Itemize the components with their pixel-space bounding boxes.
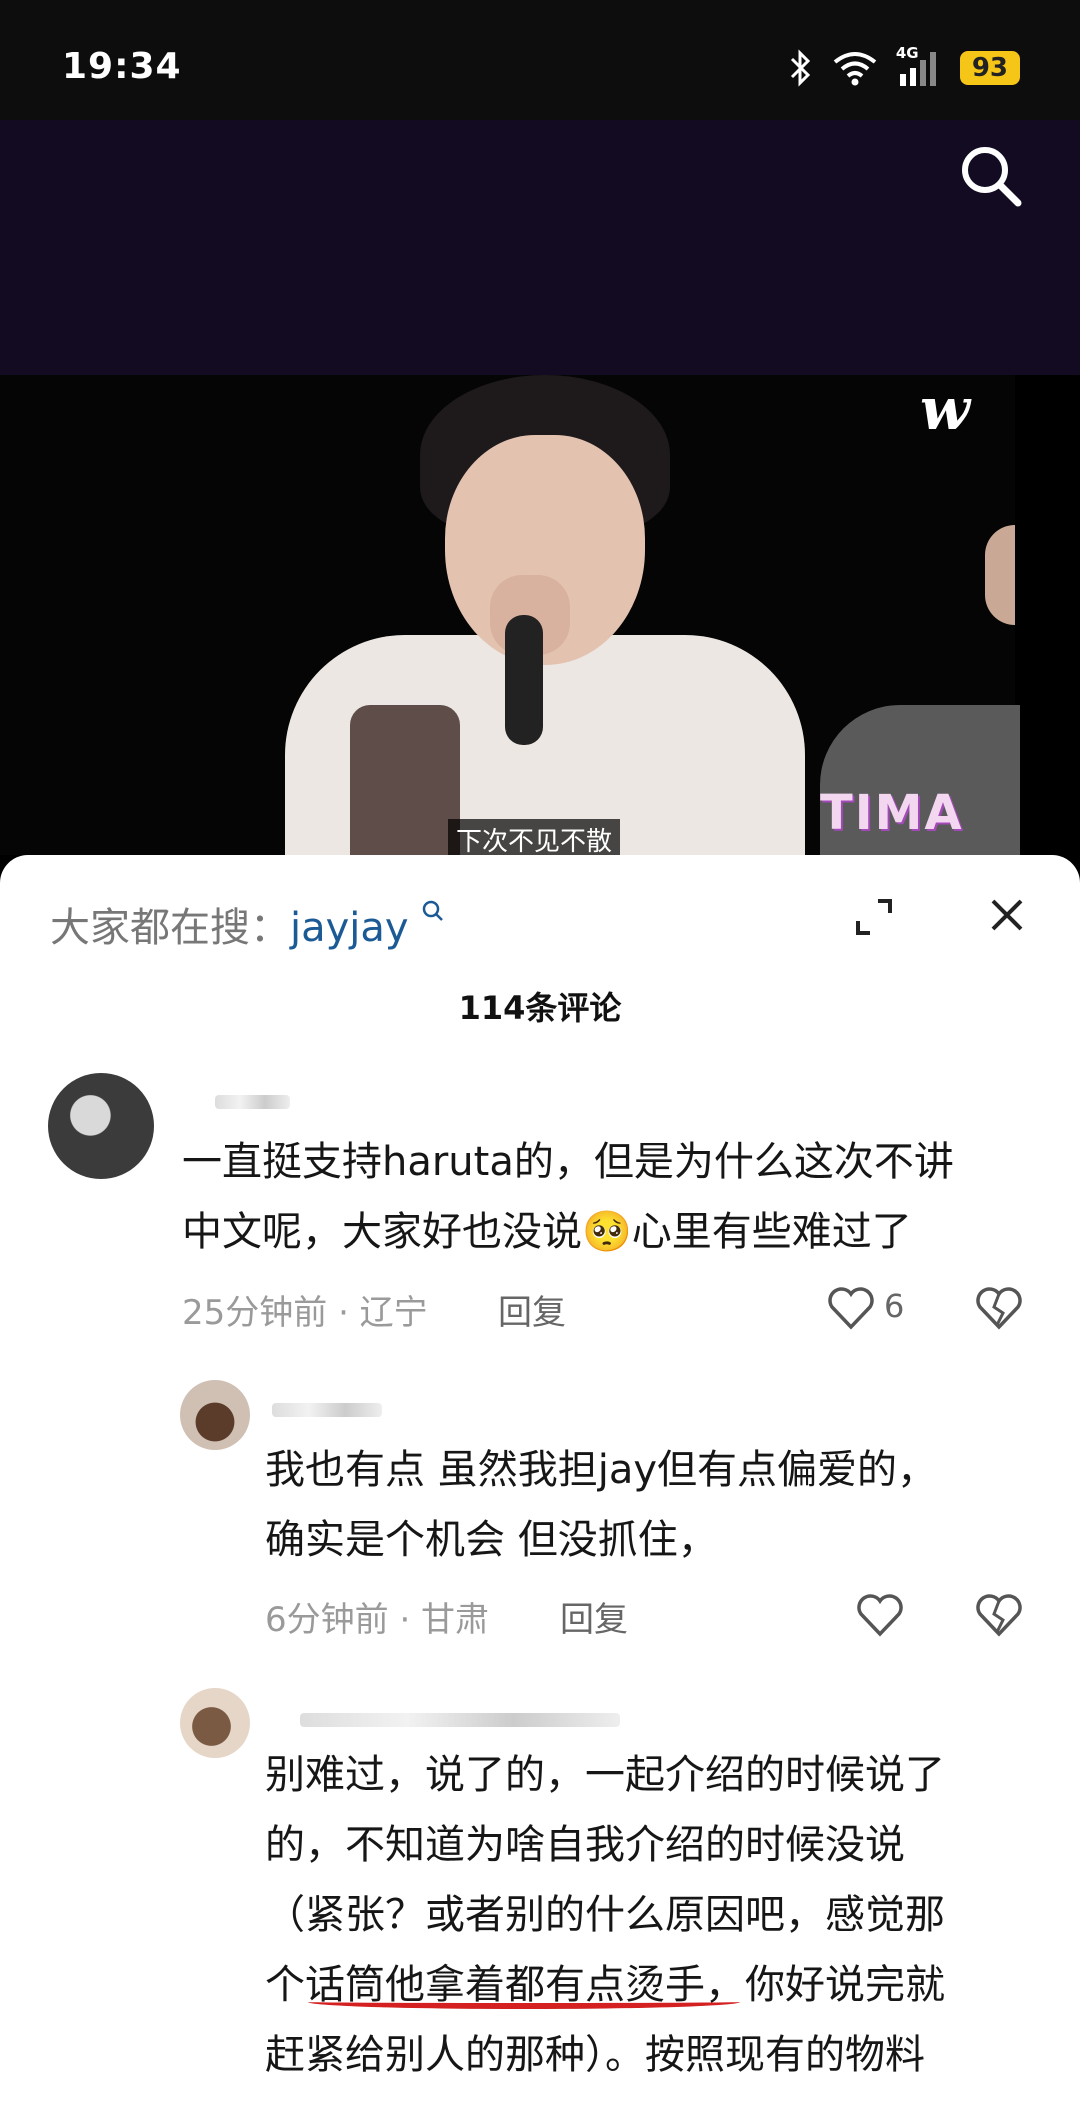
username-blurred[interactable]: [300, 1713, 620, 1727]
comment-line: 个话筒他拿着都有点烫手，你好说完就: [265, 1962, 945, 2008]
avatar[interactable]: [180, 1380, 250, 1450]
status-bar: 19:34 4G 93: [0, 0, 1080, 120]
comment-text: 我也有点 虽然我担jay但有点偏爱的， 确实是个机会 但没抓住，: [265, 1435, 937, 1575]
signal-icon: 4G: [896, 44, 942, 88]
stage-logo: TIMA: [820, 785, 964, 841]
comment-meta: 25分钟前 · 辽宁: [182, 1293, 428, 1333]
expand-icon[interactable]: [852, 895, 896, 939]
video-player[interactable]: w TIMA 下次不见不散: [0, 375, 1080, 855]
comment-line: 一直挺支持haruta的，但是为什么这次不讲: [182, 1139, 954, 1185]
bluetooth-icon: [790, 49, 810, 87]
video-header: [0, 120, 1080, 375]
comment-line: （紧张？或者别的什么原因吧，感觉那: [265, 1892, 945, 1938]
battery-indicator: 93: [959, 51, 1020, 85]
video-subtitle: 下次不见不散: [448, 819, 621, 855]
search-suggestion-prefix: 大家都在搜：: [50, 905, 290, 951]
username-blurred[interactable]: [215, 1095, 290, 1109]
wifi-icon: [833, 52, 877, 86]
reply-button[interactable]: 回复: [498, 1285, 566, 1334]
comment-count: 114条评论: [458, 989, 622, 1027]
comment-sheet: 大家都在搜：jayjay 114条评论 一直挺支持haruta的，但是为什么这次…: [0, 855, 1080, 2114]
comment-meta: 6分钟前 · 甘肃: [265, 1600, 490, 1640]
status-icons: 4G 93: [788, 44, 1020, 88]
search-suggestion-term[interactable]: jayjay: [290, 905, 409, 951]
microphone: [505, 615, 543, 745]
like-count: 6: [884, 1287, 905, 1325]
dislike-icon[interactable]: [974, 1285, 1024, 1331]
comment-text: 别难过，说了的，一起介绍的时候说了 的，不知道为啥自我介绍的时候没说 （紧张？或…: [265, 1740, 945, 2090]
close-icon[interactable]: [985, 893, 1029, 937]
comment-line: 的，不知道为啥自我介绍的时候没说: [265, 1822, 905, 1868]
red-underline-annotation: [308, 1995, 740, 2009]
comment-line: 确实是个机会 但没抓住，: [265, 1517, 718, 1563]
search-small-icon: [423, 900, 444, 921]
comment-line: 中文呢，大家好也没说🥺心里有些难过了: [182, 1209, 912, 1255]
avatar[interactable]: [180, 1688, 250, 1758]
comment-line: 赶紧给别人的那种）。按照现有的物料: [265, 2032, 925, 2078]
heart-icon[interactable]: [855, 1592, 905, 1638]
status-time: 19:34: [62, 46, 182, 87]
search-icon[interactable]: [955, 140, 1025, 210]
performer-apron: [350, 705, 460, 855]
username-blurred[interactable]: [272, 1403, 382, 1417]
comment-line: 别难过，说了的，一起介绍的时候说了: [265, 1752, 945, 1798]
watermark-logo: w: [920, 375, 970, 443]
reply-button[interactable]: 回复: [560, 1592, 628, 1641]
video-frame: w TIMA 下次不见不散: [0, 375, 1020, 855]
side-person-face: [985, 525, 1015, 625]
dislike-icon[interactable]: [974, 1592, 1024, 1638]
comment-line: 我也有点 虽然我担jay但有点偏爱的，: [265, 1447, 938, 1493]
comment-text: 一直挺支持haruta的，但是为什么这次不讲 中文呢，大家好也没说🥺心里有些难过…: [182, 1127, 954, 1267]
heart-icon[interactable]: [826, 1285, 876, 1331]
avatar[interactable]: [48, 1073, 154, 1179]
search-suggestion[interactable]: 大家都在搜：jayjay: [50, 895, 445, 953]
